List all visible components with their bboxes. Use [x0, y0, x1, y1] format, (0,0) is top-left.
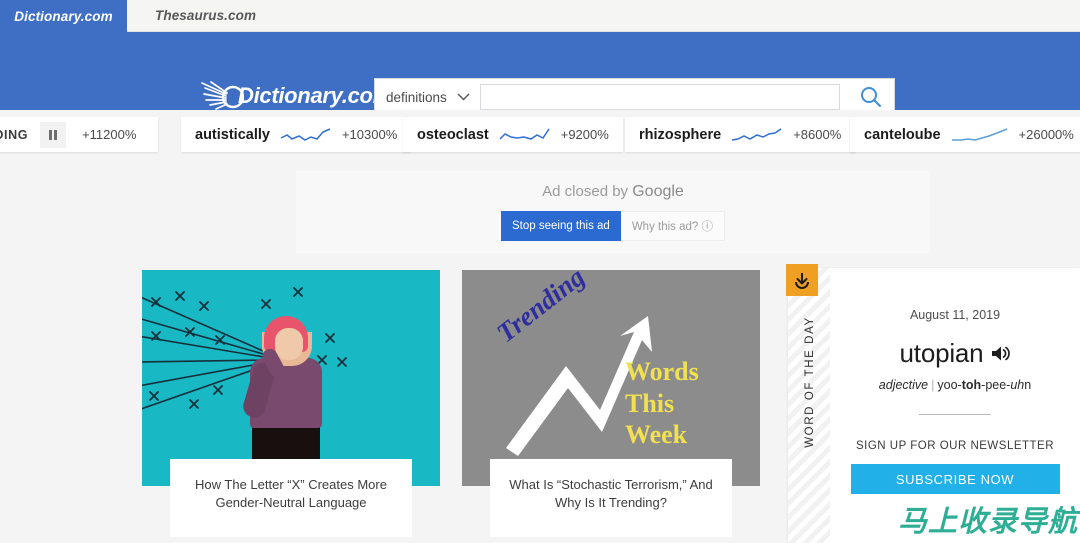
- pron-seg-1: toh: [961, 378, 982, 392]
- ad-closed-container: Ad closed by Google Stop seeing this ad …: [296, 171, 930, 253]
- subscribe-now-button[interactable]: SUBSCRIBE NOW: [850, 464, 1060, 494]
- word-of-the-day-word: utopian: [899, 338, 984, 368]
- tab-thesaurus[interactable]: Thesaurus.com: [127, 0, 1080, 32]
- trending-label: TRENDING: [0, 127, 29, 142]
- pron-separator: |: [931, 378, 935, 392]
- search-icon: [861, 87, 881, 107]
- speaker-icon[interactable]: [991, 345, 1011, 362]
- tab-dictionary-label: Dictionary.com: [14, 8, 113, 24]
- word-of-the-day-rail: WORD OF THE DAY: [788, 268, 830, 543]
- download-icon: [795, 273, 809, 289]
- site-logo[interactable]: Dictionary.com: [200, 80, 392, 112]
- trending-word: canteloube: [864, 126, 941, 143]
- trending-percent: +26000%: [1018, 127, 1074, 142]
- ad-action-buttons: Stop seeing this ad Why this ad? ⓘ: [501, 211, 725, 241]
- trending-item-rhizosphere[interactable]: rhizosphere +8600%: [625, 117, 856, 152]
- trending-pause-button[interactable]: [40, 121, 67, 148]
- pron-seg-2: -pee-: [981, 378, 1011, 392]
- part-of-speech: adjective: [878, 378, 929, 392]
- article-image-1: [142, 270, 440, 486]
- article-card-1[interactable]: How The Letter “X” Creates More Gender-N…: [142, 270, 440, 537]
- trending-percent: +10300%: [341, 127, 398, 142]
- word-of-the-day-pronunciation: adjective | yoo-toh-pee-uhn: [879, 378, 1031, 392]
- word-of-the-day-rail-label: WORD OF THE DAY: [804, 316, 816, 448]
- trending-bar: TRENDING +11200% autistically +10300% os…: [0, 110, 1080, 162]
- pron-seg-3: uh: [1010, 378, 1025, 392]
- site-logo-text: Dictionary.com: [238, 83, 392, 108]
- trending-item-canteloube[interactable]: canteloube +26000%: [850, 117, 1080, 152]
- trending-word: autistically: [195, 126, 270, 143]
- person-face: [275, 328, 303, 360]
- article-image-2: Trending Words This Week: [462, 270, 760, 486]
- article-caption-2: What Is “Stochastic Terrorism,” And Why …: [490, 459, 732, 537]
- ad-closed-prefix: Ad closed by: [542, 183, 633, 200]
- ad-google-brand: Google: [632, 183, 684, 200]
- stop-seeing-ad-button[interactable]: Stop seeing this ad: [501, 211, 621, 241]
- article-caption-1: How The Letter “X” Creates More Gender-N…: [170, 459, 412, 537]
- search-mode-label: definitions: [386, 89, 447, 105]
- sparkline-icon: [732, 127, 782, 141]
- divider: [919, 414, 991, 415]
- trending-word: osteoclast: [417, 126, 489, 143]
- trending-percent: +9200%: [560, 127, 609, 142]
- why-this-ad-button[interactable]: Why this ad? ⓘ: [620, 211, 725, 241]
- pron-seg-4: n: [1024, 378, 1032, 392]
- trending-first-item[interactable]: TRENDING +11200%: [0, 117, 159, 152]
- site-tab-strip: Dictionary.com Thesaurus.com: [0, 0, 1080, 32]
- trending-percent: +8600%: [793, 127, 842, 142]
- watermark: 马上收录导航: [897, 506, 1078, 538]
- words-this-week-text: Words This Week: [625, 357, 699, 450]
- article-card-2[interactable]: Trending Words This Week What Is “Stochast…: [462, 270, 760, 537]
- pause-icon: [49, 129, 53, 140]
- site-header: Dictionary.com definitions: [0, 32, 1080, 116]
- download-button[interactable]: [786, 264, 818, 296]
- trending-word: rhizosphere: [639, 126, 722, 143]
- tab-thesaurus-label: Thesaurus.com: [155, 8, 257, 23]
- ad-closed-title: Ad closed by Google: [542, 183, 684, 201]
- newsletter-label: SIGN UP FOR OUR NEWSLETTER: [855, 440, 1055, 452]
- sparkline-icon: [499, 128, 550, 140]
- sparkline-icon: [951, 127, 1007, 141]
- chevron-down-icon: [457, 93, 470, 101]
- pron-seg-0: yoo-: [937, 378, 962, 392]
- sparkline-icon: [280, 127, 331, 141]
- tab-dictionary[interactable]: Dictionary.com: [0, 0, 127, 32]
- trending-item-osteoclast[interactable]: osteoclast +9200%: [403, 117, 623, 152]
- search-input[interactable]: [480, 84, 840, 110]
- trending-item-autistically[interactable]: autistically +10300%: [181, 117, 412, 152]
- word-of-the-day-word-row: utopian: [900, 338, 1011, 369]
- up-arrow-icon: [506, 316, 652, 456]
- word-of-the-day-date: August 11, 2019: [909, 308, 1001, 322]
- trending-first-percent: +11200%: [82, 127, 137, 142]
